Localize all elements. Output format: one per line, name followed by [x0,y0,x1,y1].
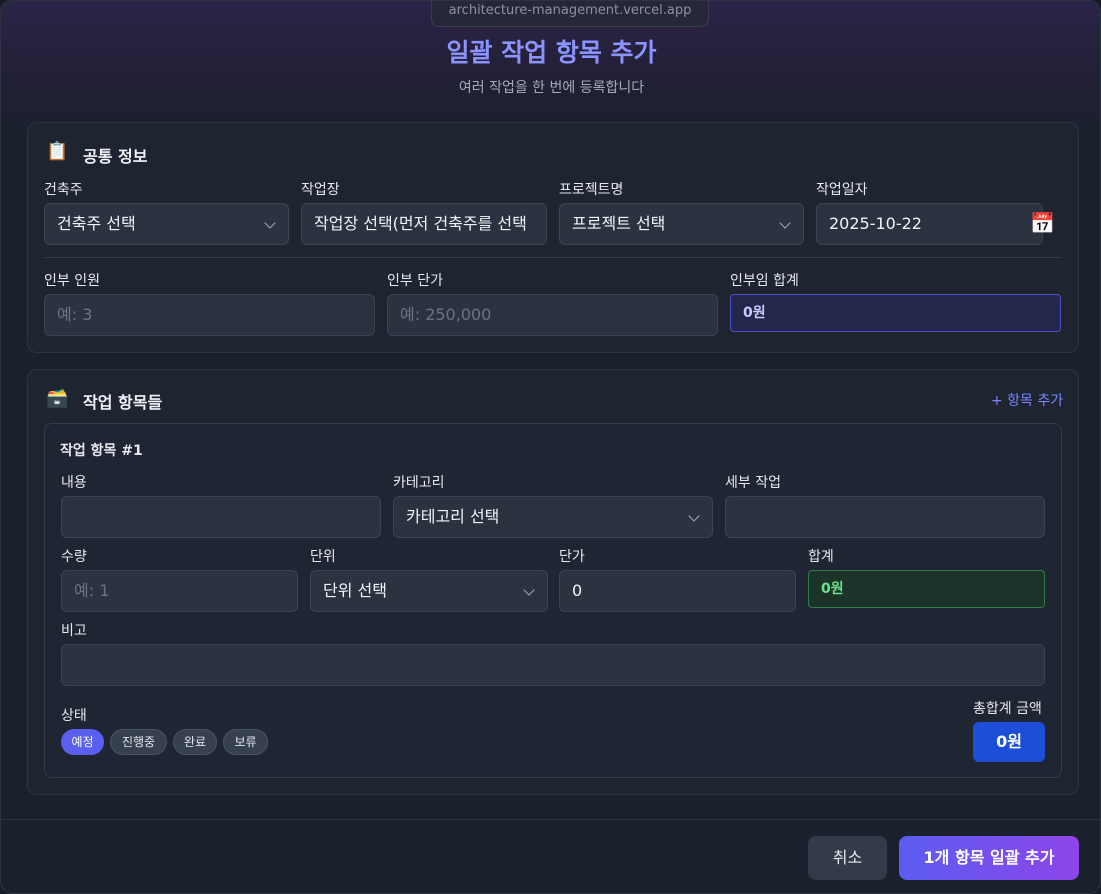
work-item-heading: 작업 항목 #1 [60,443,143,459]
status-chip-in-progress[interactable]: 진행중 [110,729,167,755]
builder-label: 건축주 [44,182,83,198]
site-label: 작업장 [301,182,340,198]
subtotal-label: 합계 [808,549,834,565]
content-input[interactable] [61,496,381,538]
unit-price-value: 0 [572,581,583,600]
labor-rate-input[interactable]: 예: 250,000 [387,294,718,336]
box-icon: 🗃️ [46,388,69,409]
modal-header: architecture-management.vercel.app 일괄 작업… [1,1,1100,123]
quantity-input[interactable]: 예: 1 [61,570,298,612]
status-chip-done[interactable]: 완료 [173,729,217,755]
quantity-label: 수량 [61,549,87,565]
clipboard-icon: 📋 [46,141,69,162]
work-date-label: 작업일자 [816,182,868,198]
project-label: 프로젝트명 [559,182,624,198]
status-chip-on-hold[interactable]: 보류 [223,729,268,755]
unit-select[interactable]: 단위 선택 [310,570,548,612]
labor-rate-placeholder: 예: 250,000 [400,305,492,324]
modal-subtitle: 여러 작업을 한 번에 등록합니다 [458,80,645,96]
labor-count-placeholder: 예: 3 [57,305,93,324]
project-select[interactable]: 프로젝트 선택 [559,203,804,245]
work-items-card: 🗃️ 작업 항목들 + 항목 추가 작업 항목 #1 내용 카테고리 카테고리 … [27,369,1079,795]
site-select-value: 작업장 선택(먼저 건축주를 선택 [314,214,527,233]
unit-label: 단위 [310,549,336,565]
detail-input[interactable] [725,496,1045,538]
note-label: 비고 [61,623,87,639]
project-select-value: 프로젝트 선택 [572,214,666,233]
work-items-title: 작업 항목들 [83,393,163,412]
category-select-value: 카테고리 선택 [406,507,500,526]
common-info-title: 공통 정보 [83,147,148,166]
chevron-down-icon [779,217,791,229]
unit-select-value: 단위 선택 [323,581,387,600]
chevron-down-icon [264,217,276,229]
work-item-1: 작업 항목 #1 내용 카테고리 카테고리 선택 세부 작업 수량 예: 1 단… [44,423,1062,778]
labor-count-label: 인부 인원 [44,273,100,289]
subtotal-display: 0원 [808,570,1045,608]
category-label: 카테고리 [393,475,445,491]
category-select[interactable]: 카테고리 선택 [393,496,713,538]
builder-select[interactable]: 건축주 선택 [44,203,289,245]
divider [44,257,1062,258]
common-info-card: 📋 공통 정보 건축주 건축주 선택 작업장 작업장 선택(먼저 건축주를 선택… [27,122,1079,353]
grand-total-label: 총합계 금액 [973,701,1042,717]
footer-divider [1,819,1100,820]
labor-total-display: 0원 [730,294,1061,332]
site-select[interactable]: 작업장 선택(먼저 건축주를 선택 [301,203,547,245]
bulk-add-modal: architecture-management.vercel.app 일괄 작업… [0,0,1101,894]
labor-rate-label: 인부 단가 [387,273,443,289]
status-chip-planned[interactable]: 예정 [61,729,104,755]
chevron-down-icon [523,584,535,596]
labor-total-label: 인부임 합계 [730,273,799,289]
bulk-add-submit-button[interactable]: 1개 항목 일괄 추가 [899,836,1079,880]
note-input[interactable] [61,644,1045,686]
builder-select-value: 건축주 선택 [57,214,136,233]
unit-price-label: 단가 [559,549,585,565]
content-label: 내용 [61,475,87,491]
cancel-button[interactable]: 취소 [808,836,887,880]
url-bar: architecture-management.vercel.app [431,1,709,27]
modal-title: 일괄 작업 항목 추가 [446,38,657,67]
add-item-button[interactable]: + 항목 추가 [991,390,1063,410]
labor-count-input[interactable]: 예: 3 [44,294,375,336]
calendar-icon[interactable]: 📅 [1030,211,1055,235]
chevron-down-icon [688,510,700,522]
detail-label: 세부 작업 [725,475,781,491]
quantity-placeholder: 예: 1 [74,581,110,600]
unit-price-input[interactable]: 0 [559,570,796,612]
work-date-value: 2025-10-22 [829,214,922,233]
status-label: 상태 [61,708,87,724]
work-date-input[interactable]: 2025-10-22 [816,203,1043,245]
grand-total-display: 0원 [973,722,1045,762]
